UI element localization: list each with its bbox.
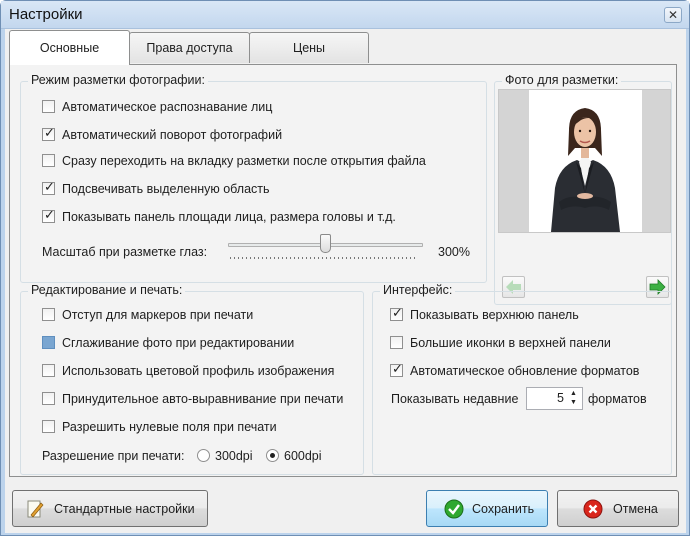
cancel-button[interactable]: Отмена bbox=[557, 490, 679, 527]
tab-label: Цены bbox=[292, 41, 326, 55]
option-color-profile[interactable]: Использовать цветовой профиль изображени… bbox=[42, 364, 334, 382]
tab-access-rights[interactable]: Права доступа bbox=[129, 32, 250, 63]
option-label: Подсвечивать выделенную область bbox=[62, 182, 270, 196]
checkbox[interactable] bbox=[390, 336, 403, 349]
spinner-value: 5 bbox=[557, 391, 564, 405]
option-label: Принудительное авто-выравнивание при печ… bbox=[62, 392, 344, 406]
option-auto-align[interactable]: Принудительное авто-выравнивание при печ… bbox=[42, 392, 343, 410]
recent-formats-label: Показывать недавние bbox=[391, 392, 519, 406]
title-bar: Настройки ✕ bbox=[1, 1, 689, 29]
recent-formats-suffix: форматов bbox=[588, 392, 647, 406]
option-label: Автоматический поворот фотографий bbox=[62, 128, 283, 142]
option-zero-margins[interactable]: Разрешить нулевые поля при печати bbox=[42, 420, 277, 438]
button-label: Сохранить bbox=[472, 502, 535, 516]
option-label: Сглаживание фото при редактировании bbox=[62, 336, 295, 350]
option-marker-indent[interactable]: Отступ для маркеров при печати bbox=[42, 308, 253, 326]
option-label: Использовать цветовой профиль изображени… bbox=[62, 364, 335, 378]
group-title: Редактирование и печать: bbox=[28, 283, 186, 297]
tab-prices[interactable]: Цены bbox=[249, 32, 369, 63]
radio-button[interactable] bbox=[197, 449, 210, 462]
resolution-label: Разрешение при печати: bbox=[42, 449, 185, 463]
photo-image bbox=[529, 90, 642, 232]
checkbox[interactable] bbox=[390, 362, 403, 377]
group-title: Интерфейс: bbox=[380, 283, 456, 297]
checkbox[interactable] bbox=[42, 154, 55, 167]
settings-document-icon bbox=[27, 500, 44, 518]
close-icon: ✕ bbox=[667, 8, 679, 22]
woman-portrait-image bbox=[551, 108, 620, 232]
tab-label: Права доступа bbox=[146, 41, 233, 55]
checkbox[interactable] bbox=[390, 306, 403, 321]
dialog-body: Основные Права доступа Цены Режим размет… bbox=[5, 29, 686, 533]
cancel-icon bbox=[583, 499, 603, 519]
group-title: Фото для разметки: bbox=[502, 73, 622, 87]
radio-300dpi[interactable]: 300dpi bbox=[197, 449, 253, 467]
checkbox[interactable] bbox=[42, 392, 55, 405]
option-auto-rotate[interactable]: Автоматический поворот фотографий bbox=[42, 126, 283, 146]
spinner-arrows-icon[interactable]: ▲ ▼ bbox=[568, 389, 579, 407]
radio-600dpi[interactable]: 600dpi bbox=[266, 449, 322, 467]
checkmark-icon bbox=[444, 499, 464, 519]
option-label: Сразу переходить на вкладку разметки пос… bbox=[62, 154, 426, 168]
slider-ticks bbox=[230, 257, 418, 259]
checkbox[interactable] bbox=[42, 180, 55, 195]
tab-panel-general: Режим разметки фотографии: Автоматическо… bbox=[9, 64, 677, 477]
option-label: Большие иконки в верхней панели bbox=[410, 336, 611, 350]
option-label: Автоматическое распознавание лиц bbox=[62, 100, 273, 114]
option-face-recognition[interactable]: Автоматическое распознавание лиц bbox=[42, 100, 272, 118]
group-title: Режим разметки фотографии: bbox=[28, 73, 208, 87]
checkbox[interactable] bbox=[42, 308, 55, 321]
option-label: Разрешить нулевые поля при печати bbox=[62, 420, 277, 434]
eye-scale-label: Масштаб при разметке глаз: bbox=[42, 245, 208, 259]
option-label: Автоматическое обновление форматов bbox=[410, 364, 640, 378]
radio-label: 300dpi bbox=[215, 449, 253, 463]
checkbox[interactable] bbox=[42, 336, 55, 349]
radio-label: 600dpi bbox=[284, 449, 322, 463]
option-auto-update-formats[interactable]: Автоматическое обновление форматов bbox=[390, 362, 640, 382]
option-label: Показывать панель площади лица, размера … bbox=[62, 210, 396, 224]
tab-general[interactable]: Основные bbox=[9, 30, 130, 65]
close-button[interactable]: ✕ bbox=[664, 7, 682, 23]
option-label: Отступ для маркеров при печати bbox=[62, 308, 254, 322]
eye-scale-value: 300% bbox=[438, 245, 470, 259]
option-go-to-markup-tab[interactable]: Сразу переходить на вкладку разметки пос… bbox=[42, 154, 426, 172]
checkbox[interactable] bbox=[42, 126, 55, 141]
button-label: Отмена bbox=[613, 502, 658, 516]
window-title: Настройки bbox=[9, 6, 83, 23]
photo-preview bbox=[498, 89, 671, 233]
eye-scale-slider-thumb[interactable] bbox=[320, 234, 331, 253]
default-settings-button[interactable]: Стандартные настройки bbox=[12, 490, 208, 527]
checkbox[interactable] bbox=[42, 364, 55, 377]
checkbox[interactable] bbox=[42, 420, 55, 433]
option-label: Показывать верхнюю панель bbox=[410, 308, 579, 322]
radio-button[interactable] bbox=[266, 449, 279, 462]
button-label: Стандартные настройки bbox=[54, 502, 195, 516]
checkbox[interactable] bbox=[42, 208, 55, 223]
option-show-face-panel[interactable]: Показывать панель площади лица, размера … bbox=[42, 208, 396, 228]
recent-formats-spinner[interactable]: 5 ▲ ▼ bbox=[526, 387, 583, 410]
checkbox[interactable] bbox=[42, 100, 55, 113]
option-photo-smoothing[interactable]: Сглаживание фото при редактировании bbox=[42, 336, 294, 354]
option-large-icons[interactable]: Большие иконки в верхней панели bbox=[390, 336, 611, 354]
option-highlight-area[interactable]: Подсвечивать выделенную область bbox=[42, 180, 270, 200]
save-button[interactable]: Сохранить bbox=[426, 490, 548, 527]
tab-label: Основные bbox=[39, 41, 100, 55]
settings-window: Настройки ✕ Основные Права доступа Цены … bbox=[0, 0, 690, 536]
option-show-top-panel[interactable]: Показывать верхнюю панель bbox=[390, 306, 579, 326]
